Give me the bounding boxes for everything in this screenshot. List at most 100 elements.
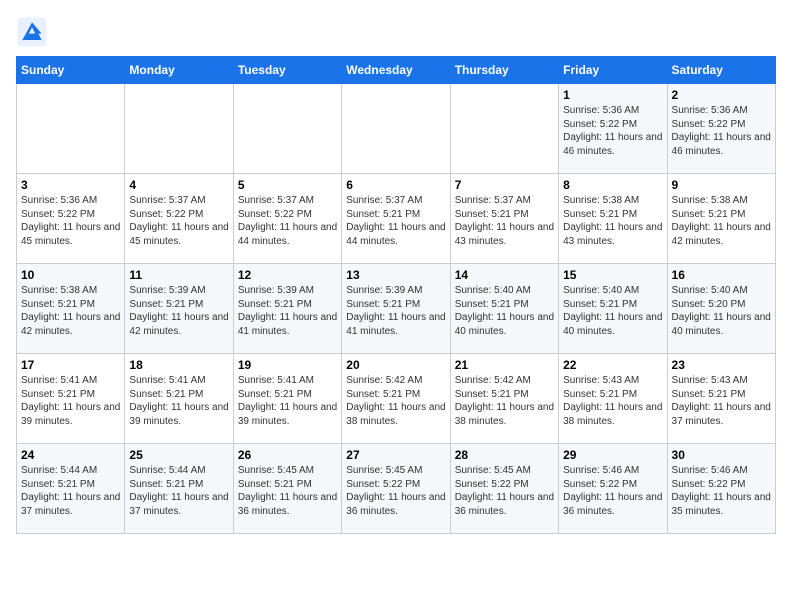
day-info: Sunrise: 5:39 AM Sunset: 5:21 PM Dayligh… bbox=[346, 284, 445, 338]
day-number: 13 bbox=[346, 268, 445, 282]
calendar-cell: 7Sunrise: 5:37 AM Sunset: 5:21 PM Daylig… bbox=[450, 174, 558, 264]
header-day-thursday: Thursday bbox=[450, 57, 558, 84]
day-number: 27 bbox=[346, 448, 445, 462]
day-info: Sunrise: 5:44 AM Sunset: 5:21 PM Dayligh… bbox=[129, 464, 228, 518]
header-day-tuesday: Tuesday bbox=[233, 57, 341, 84]
calendar-cell: 28Sunrise: 5:45 AM Sunset: 5:22 PM Dayli… bbox=[450, 444, 558, 534]
calendar-cell bbox=[125, 84, 233, 174]
day-number: 20 bbox=[346, 358, 445, 372]
day-info: Sunrise: 5:41 AM Sunset: 5:21 PM Dayligh… bbox=[21, 374, 120, 428]
day-info: Sunrise: 5:46 AM Sunset: 5:22 PM Dayligh… bbox=[563, 464, 662, 518]
day-info: Sunrise: 5:37 AM Sunset: 5:22 PM Dayligh… bbox=[129, 194, 228, 248]
calendar-cell: 11 Sunrise: 5:39 AM Sunset: 5:21 PM Dayli… bbox=[125, 264, 233, 354]
day-number: 11 bbox=[129, 268, 228, 282]
calendar-cell bbox=[450, 84, 558, 174]
day-number: 18 bbox=[129, 358, 228, 372]
day-number: 2 bbox=[672, 88, 771, 102]
header-day-monday: Monday bbox=[125, 57, 233, 84]
day-info: Sunrise: 5:40 AM Sunset: 5:21 PM Dayligh… bbox=[455, 284, 554, 338]
header bbox=[16, 16, 776, 48]
day-info: Sunrise: 5:41 AM Sunset: 5:21 PM Dayligh… bbox=[238, 374, 337, 428]
header-day-saturday: Saturday bbox=[667, 57, 775, 84]
header-day-friday: Friday bbox=[559, 57, 667, 84]
calendar-cell: 26 Sunrise: 5:45 AM Sunset: 5:21 PM Dayli… bbox=[233, 444, 341, 534]
day-number: 5 bbox=[238, 178, 337, 192]
day-info: Sunrise: 5:36 AM Sunset: 5:22 PM Dayligh… bbox=[672, 104, 771, 158]
calendar-cell: 3 Sunrise: 5:36 AM Sunset: 5:22 PM Daylig… bbox=[17, 174, 125, 264]
day-info: Sunrise: 5:39 AM Sunset: 5:21 PM Dayligh… bbox=[129, 284, 228, 338]
calendar-cell: 27Sunrise: 5:45 AM Sunset: 5:22 PM Dayli… bbox=[342, 444, 450, 534]
day-info: Sunrise: 5:40 AM Sunset: 5:20 PM Dayligh… bbox=[672, 284, 771, 338]
calendar-cell: 1 Sunrise: 5:36 AM Sunset: 5:22 PM Daylig… bbox=[559, 84, 667, 174]
day-number: 23 bbox=[672, 358, 771, 372]
calendar-body: 1 Sunrise: 5:36 AM Sunset: 5:22 PM Daylig… bbox=[17, 84, 776, 534]
header-day-wednesday: Wednesday bbox=[342, 57, 450, 84]
day-number: 24 bbox=[21, 448, 120, 462]
calendar-cell: 29 Sunrise: 5:46 AM Sunset: 5:22 PM Dayli… bbox=[559, 444, 667, 534]
calendar-cell bbox=[342, 84, 450, 174]
day-info: Sunrise: 5:37 AM Sunset: 5:21 PM Dayligh… bbox=[346, 194, 445, 248]
day-info: Sunrise: 5:38 AM Sunset: 5:21 PM Dayligh… bbox=[672, 194, 771, 248]
day-number: 22 bbox=[563, 358, 662, 372]
day-number: 29 bbox=[563, 448, 662, 462]
day-info: Sunrise: 5:40 AM Sunset: 5:21 PM Dayligh… bbox=[563, 284, 662, 338]
calendar-cell: 23Sunrise: 5:43 AM Sunset: 5:21 PM Dayli… bbox=[667, 354, 775, 444]
calendar-cell: 6 Sunrise: 5:37 AM Sunset: 5:21 PM Daylig… bbox=[342, 174, 450, 264]
day-number: 3 bbox=[21, 178, 120, 192]
day-info: Sunrise: 5:42 AM Sunset: 5:21 PM Dayligh… bbox=[455, 374, 554, 428]
day-number: 17 bbox=[21, 358, 120, 372]
calendar-cell: 20 Sunrise: 5:42 AM Sunset: 5:21 PM Dayli… bbox=[342, 354, 450, 444]
week-row-4: 24 Sunrise: 5:44 AM Sunset: 5:21 PM Dayli… bbox=[17, 444, 776, 534]
day-number: 8 bbox=[563, 178, 662, 192]
calendar-cell: 22 Sunrise: 5:43 AM Sunset: 5:21 PM Dayli… bbox=[559, 354, 667, 444]
day-info: Sunrise: 5:42 AM Sunset: 5:21 PM Dayligh… bbox=[346, 374, 445, 428]
week-row-3: 17 Sunrise: 5:41 AM Sunset: 5:21 PM Dayli… bbox=[17, 354, 776, 444]
day-info: Sunrise: 5:46 AM Sunset: 5:22 PM Dayligh… bbox=[672, 464, 771, 518]
calendar-cell: 2 Sunrise: 5:36 AM Sunset: 5:22 PM Daylig… bbox=[667, 84, 775, 174]
day-number: 6 bbox=[346, 178, 445, 192]
day-number: 4 bbox=[129, 178, 228, 192]
calendar-cell: 19Sunrise: 5:41 AM Sunset: 5:21 PM Dayli… bbox=[233, 354, 341, 444]
day-number: 21 bbox=[455, 358, 554, 372]
day-number: 9 bbox=[672, 178, 771, 192]
calendar-cell bbox=[17, 84, 125, 174]
calendar-cell: 21 Sunrise: 5:42 AM Sunset: 5:21 PM Dayli… bbox=[450, 354, 558, 444]
day-info: Sunrise: 5:37 AM Sunset: 5:22 PM Dayligh… bbox=[238, 194, 337, 248]
calendar-cell: 30 Sunrise: 5:46 AM Sunset: 5:22 PM Dayli… bbox=[667, 444, 775, 534]
day-number: 15 bbox=[563, 268, 662, 282]
day-info: Sunrise: 5:44 AM Sunset: 5:21 PM Dayligh… bbox=[21, 464, 120, 518]
day-number: 7 bbox=[455, 178, 554, 192]
calendar-cell: 4 Sunrise: 5:37 AM Sunset: 5:22 PM Daylig… bbox=[125, 174, 233, 264]
day-info: Sunrise: 5:43 AM Sunset: 5:21 PM Dayligh… bbox=[563, 374, 662, 428]
calendar-cell: 9 Sunrise: 5:38 AM Sunset: 5:21 PM Daylig… bbox=[667, 174, 775, 264]
calendar-cell: 12Sunrise: 5:39 AM Sunset: 5:21 PM Dayli… bbox=[233, 264, 341, 354]
logo-icon bbox=[16, 16, 48, 48]
day-info: Sunrise: 5:36 AM Sunset: 5:22 PM Dayligh… bbox=[21, 194, 120, 248]
calendar-cell: 24 Sunrise: 5:44 AM Sunset: 5:21 PM Dayli… bbox=[17, 444, 125, 534]
day-number: 1 bbox=[563, 88, 662, 102]
calendar-cell: 17 Sunrise: 5:41 AM Sunset: 5:21 PM Dayli… bbox=[17, 354, 125, 444]
day-info: Sunrise: 5:38 AM Sunset: 5:21 PM Dayligh… bbox=[563, 194, 662, 248]
day-number: 26 bbox=[238, 448, 337, 462]
week-row-0: 1 Sunrise: 5:36 AM Sunset: 5:22 PM Daylig… bbox=[17, 84, 776, 174]
calendar-cell: 16Sunrise: 5:40 AM Sunset: 5:20 PM Dayli… bbox=[667, 264, 775, 354]
calendar-cell: 25 Sunrise: 5:44 AM Sunset: 5:21 PM Dayli… bbox=[125, 444, 233, 534]
calendar-cell: 5 Sunrise: 5:37 AM Sunset: 5:22 PM Daylig… bbox=[233, 174, 341, 264]
calendar-cell bbox=[233, 84, 341, 174]
header-day-sunday: Sunday bbox=[17, 57, 125, 84]
calendar-cell: 14Sunrise: 5:40 AM Sunset: 5:21 PM Dayli… bbox=[450, 264, 558, 354]
day-number: 25 bbox=[129, 448, 228, 462]
day-number: 30 bbox=[672, 448, 771, 462]
week-row-2: 10Sunrise: 5:38 AM Sunset: 5:21 PM Dayli… bbox=[17, 264, 776, 354]
day-number: 10 bbox=[21, 268, 120, 282]
calendar-cell: 15 Sunrise: 5:40 AM Sunset: 5:21 PM Dayli… bbox=[559, 264, 667, 354]
day-info: Sunrise: 5:39 AM Sunset: 5:21 PM Dayligh… bbox=[238, 284, 337, 338]
header-row: SundayMondayTuesdayWednesdayThursdayFrid… bbox=[17, 57, 776, 84]
calendar-header: SundayMondayTuesdayWednesdayThursdayFrid… bbox=[17, 57, 776, 84]
logo bbox=[16, 16, 52, 48]
day-info: Sunrise: 5:41 AM Sunset: 5:21 PM Dayligh… bbox=[129, 374, 228, 428]
day-info: Sunrise: 5:45 AM Sunset: 5:21 PM Dayligh… bbox=[238, 464, 337, 518]
calendar-cell: 10Sunrise: 5:38 AM Sunset: 5:21 PM Dayli… bbox=[17, 264, 125, 354]
day-info: Sunrise: 5:36 AM Sunset: 5:22 PM Dayligh… bbox=[563, 104, 662, 158]
calendar-cell: 18 Sunrise: 5:41 AM Sunset: 5:21 PM Dayli… bbox=[125, 354, 233, 444]
